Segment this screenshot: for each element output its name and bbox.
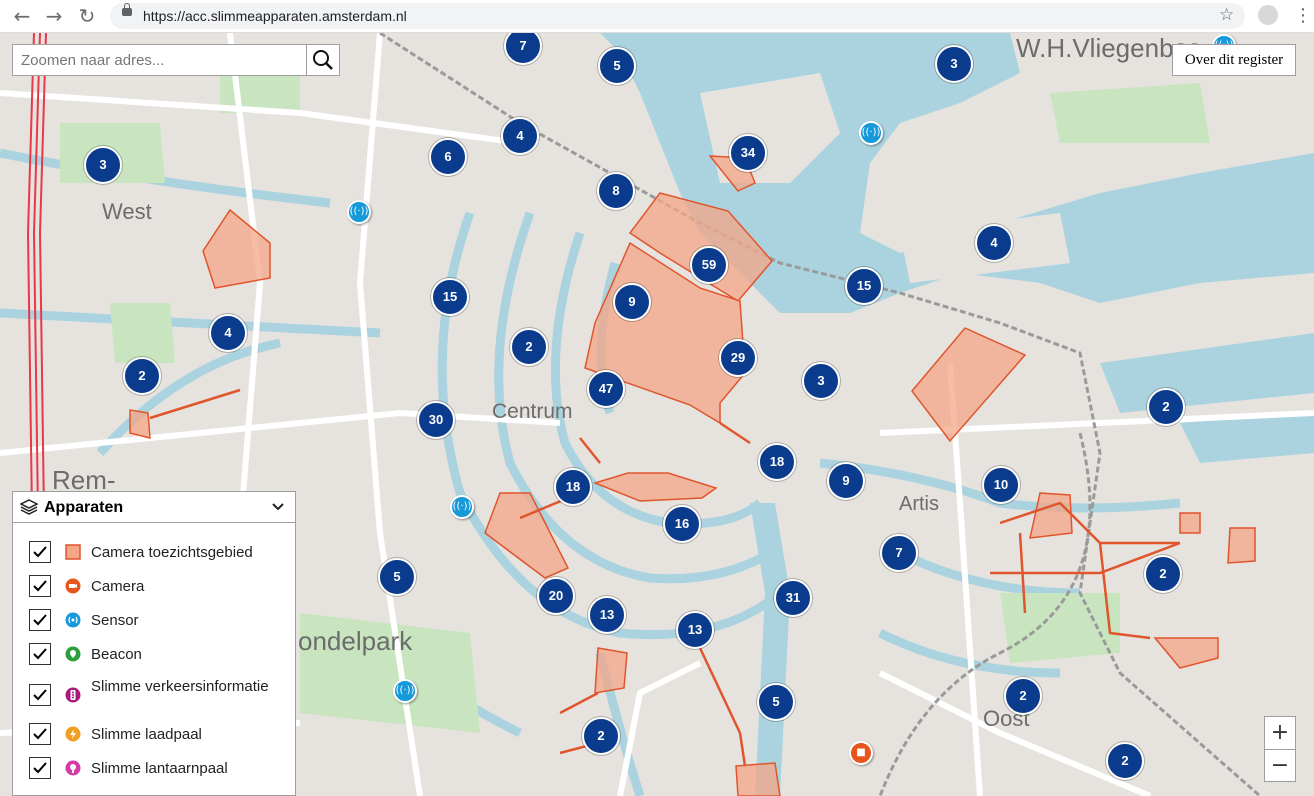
url-text[interactable]: https://acc.slimmeapparaten.amsterdam.nl <box>143 8 407 24</box>
cluster-marker[interactable]: 7 <box>880 534 918 572</box>
traffic-light-icon <box>65 687 81 703</box>
beacon-icon <box>65 646 81 662</box>
legend-item-charging-point: Slimme laadpaal <box>29 723 291 749</box>
lightning-icon <box>65 726 81 742</box>
place-label: ondelpark <box>298 626 413 656</box>
search-icon <box>313 50 333 70</box>
cluster-marker[interactable]: 13 <box>588 596 626 634</box>
checkbox-camera[interactable] <box>29 575 51 597</box>
about-register-button[interactable]: Over dit register <box>1172 44 1296 76</box>
sensor-icon[interactable]: ((·)) <box>347 200 371 224</box>
legend-item-camera: Camera <box>29 575 291 601</box>
cluster-marker[interactable]: 4 <box>501 117 539 155</box>
cluster-marker[interactable]: 5 <box>598 47 636 85</box>
cluster-marker[interactable]: 18 <box>554 468 592 506</box>
checkbox-traffic-info[interactable] <box>29 684 51 706</box>
cluster-marker[interactable]: 13 <box>676 611 714 649</box>
legend-label: Slimme verkeersinformatie <box>91 678 269 695</box>
checkbox-camera-area[interactable] <box>29 541 51 563</box>
cluster-marker[interactable]: 59 <box>690 246 728 284</box>
bookmark-star-icon[interactable]: ☆ <box>1219 5 1234 25</box>
address-search <box>12 44 340 76</box>
legend-label: Slimme lantaarnpaal <box>91 760 228 777</box>
cluster-marker[interactable]: 2 <box>1106 742 1144 780</box>
cluster-marker[interactable]: 29 <box>719 339 757 377</box>
sensor-icon[interactable]: ((·)) <box>859 121 883 145</box>
layers-icon <box>20 499 38 515</box>
cluster-marker[interactable]: 2 <box>123 357 161 395</box>
checkbox-streetlight[interactable] <box>29 757 51 779</box>
cluster-marker[interactable]: 8 <box>597 172 635 210</box>
zoom-control: + − <box>1264 716 1296 782</box>
cluster-marker[interactable]: 9 <box>827 462 865 500</box>
legend-title: Apparaten <box>44 499 124 516</box>
checkbox-charging-point[interactable] <box>29 723 51 745</box>
checkbox-beacon[interactable] <box>29 643 51 665</box>
legend-label: Camera toezichtsgebied <box>91 544 253 561</box>
cluster-marker[interactable]: 18 <box>758 443 796 481</box>
lock-icon <box>122 3 132 16</box>
cluster-marker[interactable]: 15 <box>845 267 883 305</box>
cluster-marker[interactable]: 2 <box>510 328 548 366</box>
cluster-marker[interactable]: 3 <box>935 45 973 83</box>
legend-item-traffic-info: Slimme verkeersinformatie <box>29 678 291 718</box>
place-label: Centrum <box>492 400 573 423</box>
camera-icon <box>65 578 81 594</box>
cluster-marker[interactable]: 2 <box>1004 677 1042 715</box>
legend-label: Sensor <box>91 612 139 629</box>
reload-icon[interactable]: ↻ <box>75 4 99 28</box>
cluster-marker[interactable]: 10 <box>982 466 1020 504</box>
cluster-marker[interactable]: 9 <box>613 283 651 321</box>
legend-panel: Apparaten Camera toezichtsgebied Camera … <box>12 491 296 796</box>
search-input[interactable] <box>13 45 307 75</box>
legend-item-beacon: Beacon <box>29 643 291 669</box>
cluster-marker[interactable]: 4 <box>975 224 1013 262</box>
search-button[interactable] <box>306 45 339 75</box>
cluster-marker[interactable]: 3 <box>84 146 122 184</box>
legend-label: Beacon <box>91 646 142 663</box>
cluster-marker[interactable]: 2 <box>582 717 620 755</box>
cluster-marker[interactable]: 34 <box>729 134 767 172</box>
sensor-icon[interactable]: ((·)) <box>450 495 474 519</box>
cluster-marker[interactable]: 15 <box>431 278 469 316</box>
checkbox-sensor[interactable] <box>29 609 51 631</box>
cluster-marker[interactable]: 3 <box>802 362 840 400</box>
legend-item-streetlight: Slimme lantaarnpaal <box>29 757 291 783</box>
cluster-marker[interactable]: 31 <box>774 579 812 617</box>
zoom-out-button[interactable]: − <box>1265 750 1295 782</box>
cluster-marker[interactable]: 2 <box>1144 555 1182 593</box>
cluster-marker[interactable]: 5 <box>378 558 416 596</box>
browser-menu-icon[interactable]: ⋮ <box>1294 5 1312 26</box>
cluster-marker[interactable]: 5 <box>757 683 795 721</box>
cluster-marker[interactable]: 2 <box>1147 388 1185 426</box>
place-label: Artis <box>899 493 939 515</box>
legend-header[interactable]: Apparaten <box>13 492 295 523</box>
camera-area-icon <box>65 544 81 560</box>
cluster-marker[interactable]: 47 <box>587 370 625 408</box>
browser-toolbar: ← → ↻ https://acc.slimmeapparaten.amster… <box>0 0 1314 33</box>
legend-item-camera-area: Camera toezichtsgebied <box>29 541 291 567</box>
cluster-marker[interactable]: 30 <box>417 401 455 439</box>
sensor-icon <box>65 612 81 628</box>
camera-icon[interactable]: ■ <box>849 741 873 765</box>
legend-item-sensor: Sensor <box>29 609 291 635</box>
legend-label: Camera <box>91 578 145 595</box>
cluster-marker[interactable]: 20 <box>537 577 575 615</box>
place-label: West <box>102 199 152 224</box>
sensor-icon[interactable]: ((·)) <box>393 679 417 703</box>
back-icon[interactable]: ← <box>10 4 34 28</box>
forward-icon[interactable]: → <box>42 4 66 28</box>
legend-label: Slimme laadpaal <box>91 726 202 743</box>
zoom-in-button[interactable]: + <box>1265 717 1295 750</box>
cluster-marker[interactable]: 6 <box>429 138 467 176</box>
cluster-marker[interactable]: 4 <box>209 314 247 352</box>
profile-avatar[interactable] <box>1258 5 1278 25</box>
cluster-marker[interactable]: 16 <box>663 505 701 543</box>
chevron-down-icon[interactable] <box>271 501 285 513</box>
lamp-icon <box>65 760 81 776</box>
